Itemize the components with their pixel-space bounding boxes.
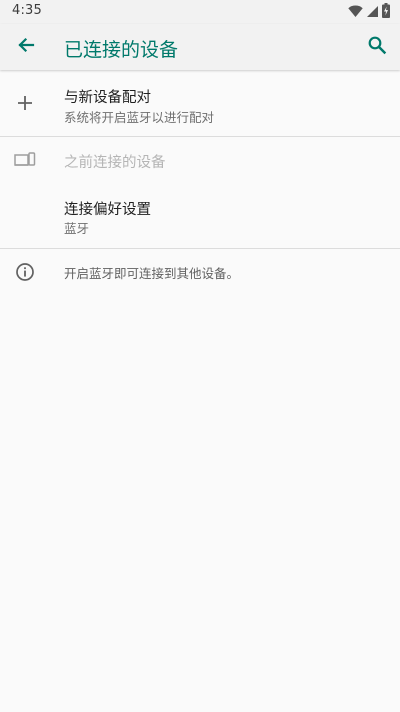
back-button[interactable]	[11, 32, 41, 62]
battery-icon	[382, 2, 390, 22]
pair-new-device-title: 与新设备配对	[64, 90, 151, 106]
connection-preferences-subtitle: 蓝牙	[64, 221, 90, 236]
devices-icon	[14, 149, 36, 171]
status-time: 4:35	[12, 3, 42, 18]
pair-new-device-subtitle: 系统将开启蓝牙以进行配对	[64, 110, 215, 125]
search-icon	[367, 35, 387, 59]
connection-preferences-item[interactable]: 连接偏好设置 蓝牙	[0, 186, 400, 248]
info-icon	[14, 261, 36, 283]
plus-icon	[14, 92, 36, 114]
previous-devices-item[interactable]: 之前连接的设备	[0, 137, 400, 183]
info-text: 开启蓝牙即可连接到其他设备。	[64, 266, 240, 281]
connection-preferences-title: 连接偏好设置	[64, 202, 151, 218]
signal-icon	[366, 3, 379, 22]
info-footer: 开启蓝牙即可连接到其他设备。	[0, 249, 400, 295]
status-bar: 4:35	[0, 0, 400, 24]
status-icons	[348, 2, 390, 22]
pair-new-device-item[interactable]: 与新设备配对 系统将开启蓝牙以进行配对	[0, 74, 400, 136]
app-bar: 已连接的设备	[0, 24, 400, 70]
search-button[interactable]	[362, 32, 392, 62]
wifi-icon	[348, 3, 363, 22]
arrow-back-icon	[16, 35, 36, 59]
previous-devices-title: 之前连接的设备	[64, 155, 166, 171]
page-title: 已连接的设备	[64, 39, 179, 61]
